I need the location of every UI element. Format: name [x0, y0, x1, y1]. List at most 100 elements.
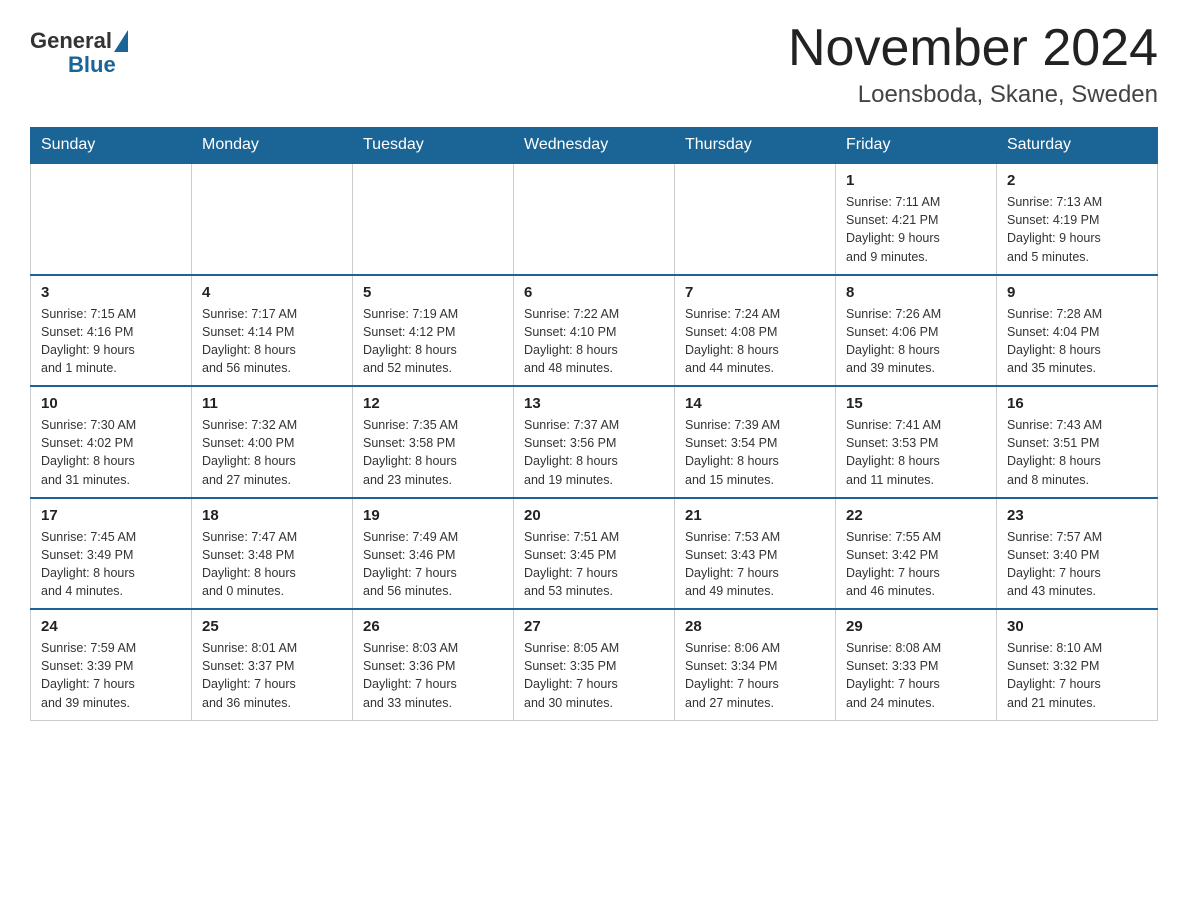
day-info: Sunrise: 7:28 AM Sunset: 4:04 PM Dayligh…	[1007, 305, 1147, 378]
day-number: 9	[1007, 284, 1147, 301]
day-info: Sunrise: 7:35 AM Sunset: 3:58 PM Dayligh…	[363, 416, 503, 489]
calendar-cell: 4 Sunrise: 7:17 AM Sunset: 4:14 PM Daylig…	[192, 275, 353, 387]
calendar-cell: 25 Sunrise: 8:01 AM Sunset: 3:37 PM Dayli…	[192, 609, 353, 720]
day-info: Sunrise: 7:41 AM Sunset: 3:53 PM Dayligh…	[846, 416, 986, 489]
day-info: Sunrise: 7:17 AM Sunset: 4:14 PM Dayligh…	[202, 305, 342, 378]
weekday-header-wednesday: Wednesday	[514, 128, 675, 164]
day-info: Sunrise: 7:19 AM Sunset: 4:12 PM Dayligh…	[363, 305, 503, 378]
day-info: Sunrise: 8:01 AM Sunset: 3:37 PM Dayligh…	[202, 639, 342, 712]
day-info: Sunrise: 7:39 AM Sunset: 3:54 PM Dayligh…	[685, 416, 825, 489]
day-info: Sunrise: 7:22 AM Sunset: 4:10 PM Dayligh…	[524, 305, 664, 378]
calendar-cell: 8 Sunrise: 7:26 AM Sunset: 4:06 PM Daylig…	[836, 275, 997, 387]
calendar-cell	[675, 163, 836, 275]
calendar-cell: 28 Sunrise: 8:06 AM Sunset: 3:34 PM Dayli…	[675, 609, 836, 720]
day-number: 15	[846, 395, 986, 412]
day-info: Sunrise: 8:03 AM Sunset: 3:36 PM Dayligh…	[363, 639, 503, 712]
weekday-header-monday: Monday	[192, 128, 353, 164]
day-number: 29	[846, 618, 986, 635]
day-number: 21	[685, 507, 825, 524]
calendar-cell	[353, 163, 514, 275]
day-number: 24	[41, 618, 181, 635]
location-subtitle: Loensboda, Skane, Sweden	[788, 81, 1158, 109]
calendar-cell: 13Sunrise: 7:37 AM Sunset: 3:56 PM Dayli…	[514, 386, 675, 498]
day-info: Sunrise: 7:43 AM Sunset: 3:51 PM Dayligh…	[1007, 416, 1147, 489]
day-number: 6	[524, 284, 664, 301]
day-info: Sunrise: 7:26 AM Sunset: 4:06 PM Dayligh…	[846, 305, 986, 378]
day-info: Sunrise: 7:30 AM Sunset: 4:02 PM Dayligh…	[41, 416, 181, 489]
day-number: 20	[524, 507, 664, 524]
weekday-header-friday: Friday	[836, 128, 997, 164]
day-info: Sunrise: 7:55 AM Sunset: 3:42 PM Dayligh…	[846, 528, 986, 601]
weekday-header-sunday: Sunday	[31, 128, 192, 164]
day-info: Sunrise: 8:08 AM Sunset: 3:33 PM Dayligh…	[846, 639, 986, 712]
weekday-header-thursday: Thursday	[675, 128, 836, 164]
day-info: Sunrise: 7:59 AM Sunset: 3:39 PM Dayligh…	[41, 639, 181, 712]
month-title: November 2024	[788, 20, 1158, 77]
day-number: 22	[846, 507, 986, 524]
calendar-table: SundayMondayTuesdayWednesdayThursdayFrid…	[30, 127, 1158, 721]
week-row-1: 1 Sunrise: 7:11 AM Sunset: 4:21 PM Daylig…	[31, 163, 1158, 275]
day-number: 14	[685, 395, 825, 412]
calendar-cell: 24 Sunrise: 7:59 AM Sunset: 3:39 PM Dayli…	[31, 609, 192, 720]
day-info: Sunrise: 7:11 AM Sunset: 4:21 PM Dayligh…	[846, 193, 986, 266]
title-area: November 2024 Loensboda, Skane, Sweden	[788, 20, 1158, 109]
calendar-cell	[192, 163, 353, 275]
calendar-cell: 30 Sunrise: 8:10 AM Sunset: 3:32 PM Dayli…	[997, 609, 1158, 720]
day-number: 28	[685, 618, 825, 635]
calendar-cell: 12Sunrise: 7:35 AM Sunset: 3:58 PM Dayli…	[353, 386, 514, 498]
calendar-cell: 22 Sunrise: 7:55 AM Sunset: 3:42 PM Dayli…	[836, 498, 997, 610]
day-number: 8	[846, 284, 986, 301]
day-number: 25	[202, 618, 342, 635]
day-info: Sunrise: 7:57 AM Sunset: 3:40 PM Dayligh…	[1007, 528, 1147, 601]
calendar-cell: 19Sunrise: 7:49 AM Sunset: 3:46 PM Dayli…	[353, 498, 514, 610]
calendar-cell	[31, 163, 192, 275]
day-info: Sunrise: 8:05 AM Sunset: 3:35 PM Dayligh…	[524, 639, 664, 712]
day-number: 2	[1007, 172, 1147, 189]
logo-triangle-icon	[114, 30, 128, 52]
calendar-cell: 11Sunrise: 7:32 AM Sunset: 4:00 PM Dayli…	[192, 386, 353, 498]
calendar-cell: 7 Sunrise: 7:24 AM Sunset: 4:08 PM Daylig…	[675, 275, 836, 387]
day-number: 11	[202, 395, 342, 412]
calendar-cell: 18Sunrise: 7:47 AM Sunset: 3:48 PM Dayli…	[192, 498, 353, 610]
calendar-cell: 21 Sunrise: 7:53 AM Sunset: 3:43 PM Dayli…	[675, 498, 836, 610]
calendar-cell: 2Sunrise: 7:13 AM Sunset: 4:19 PM Daylig…	[997, 163, 1158, 275]
calendar-cell: 9 Sunrise: 7:28 AM Sunset: 4:04 PM Daylig…	[997, 275, 1158, 387]
calendar-cell: 17Sunrise: 7:45 AM Sunset: 3:49 PM Dayli…	[31, 498, 192, 610]
calendar-cell: 26Sunrise: 8:03 AM Sunset: 3:36 PM Dayli…	[353, 609, 514, 720]
day-number: 7	[685, 284, 825, 301]
day-number: 1	[846, 172, 986, 189]
logo-blue-text: Blue	[68, 52, 116, 78]
week-row-4: 17Sunrise: 7:45 AM Sunset: 3:49 PM Dayli…	[31, 498, 1158, 610]
day-number: 4	[202, 284, 342, 301]
day-info: Sunrise: 7:24 AM Sunset: 4:08 PM Dayligh…	[685, 305, 825, 378]
calendar-cell: 14 Sunrise: 7:39 AM Sunset: 3:54 PM Dayli…	[675, 386, 836, 498]
day-number: 23	[1007, 507, 1147, 524]
weekday-header-tuesday: Tuesday	[353, 128, 514, 164]
day-info: Sunrise: 8:06 AM Sunset: 3:34 PM Dayligh…	[685, 639, 825, 712]
logo-general-text: General	[30, 28, 112, 54]
calendar-cell: 20 Sunrise: 7:51 AM Sunset: 3:45 PM Dayli…	[514, 498, 675, 610]
week-row-2: 3 Sunrise: 7:15 AM Sunset: 4:16 PM Daylig…	[31, 275, 1158, 387]
day-number: 5	[363, 284, 503, 301]
calendar-cell: 16Sunrise: 7:43 AM Sunset: 3:51 PM Dayli…	[997, 386, 1158, 498]
day-info: Sunrise: 8:10 AM Sunset: 3:32 PM Dayligh…	[1007, 639, 1147, 712]
weekday-header-saturday: Saturday	[997, 128, 1158, 164]
week-row-5: 24 Sunrise: 7:59 AM Sunset: 3:39 PM Dayli…	[31, 609, 1158, 720]
day-info: Sunrise: 7:51 AM Sunset: 3:45 PM Dayligh…	[524, 528, 664, 601]
day-number: 3	[41, 284, 181, 301]
calendar-cell: 1 Sunrise: 7:11 AM Sunset: 4:21 PM Daylig…	[836, 163, 997, 275]
calendar-cell: 3 Sunrise: 7:15 AM Sunset: 4:16 PM Daylig…	[31, 275, 192, 387]
calendar-cell: 29 Sunrise: 8:08 AM Sunset: 3:33 PM Dayli…	[836, 609, 997, 720]
day-info: Sunrise: 7:53 AM Sunset: 3:43 PM Dayligh…	[685, 528, 825, 601]
logo: General Blue	[30, 28, 130, 78]
calendar-cell: 5 Sunrise: 7:19 AM Sunset: 4:12 PM Daylig…	[353, 275, 514, 387]
day-info: Sunrise: 7:47 AM Sunset: 3:48 PM Dayligh…	[202, 528, 342, 601]
day-info: Sunrise: 7:15 AM Sunset: 4:16 PM Dayligh…	[41, 305, 181, 378]
calendar-cell	[514, 163, 675, 275]
weekday-header-row: SundayMondayTuesdayWednesdayThursdayFrid…	[31, 128, 1158, 164]
header: General Blue November 2024 Loensboda, Sk…	[30, 20, 1158, 109]
day-number: 30	[1007, 618, 1147, 635]
day-info: Sunrise: 7:37 AM Sunset: 3:56 PM Dayligh…	[524, 416, 664, 489]
calendar-cell: 23 Sunrise: 7:57 AM Sunset: 3:40 PM Dayli…	[997, 498, 1158, 610]
calendar-cell: 15 Sunrise: 7:41 AM Sunset: 3:53 PM Dayli…	[836, 386, 997, 498]
